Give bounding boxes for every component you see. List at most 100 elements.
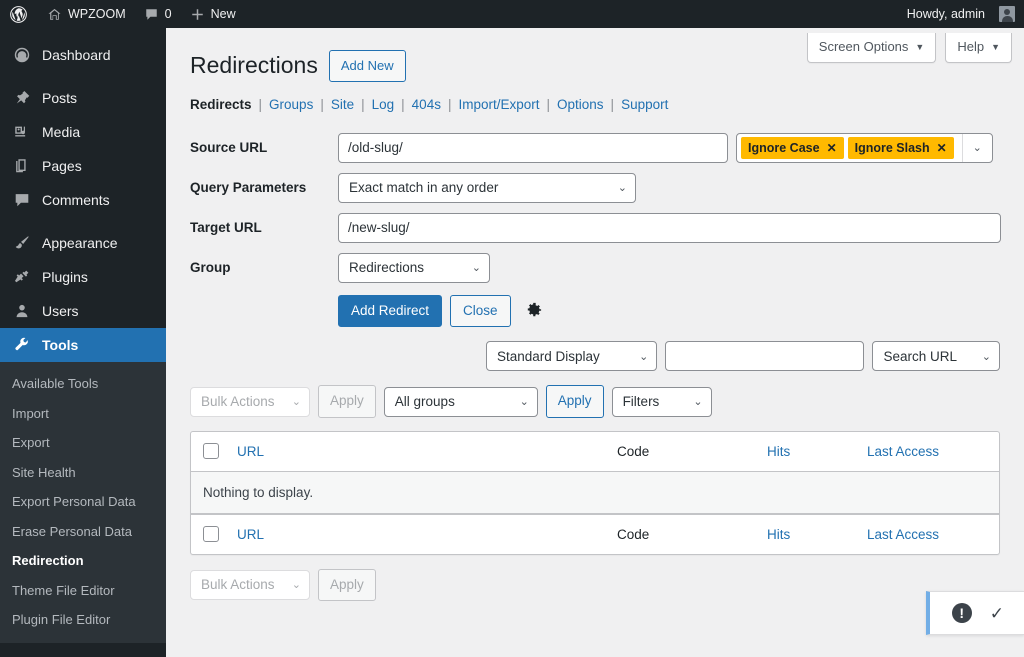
- chevron-down-icon: ⌄: [617, 182, 627, 194]
- group-label: Group: [190, 260, 231, 275]
- sidebar-item-tools[interactable]: Tools: [0, 328, 166, 362]
- comments-bubble-button[interactable]: 0: [135, 0, 181, 28]
- submenu-item-import[interactable]: Import: [0, 399, 166, 429]
- column-header-code: Code: [617, 443, 650, 459]
- subnav-separator: |: [401, 96, 405, 112]
- site-name-menu[interactable]: WPZOOM: [38, 0, 135, 28]
- close-icon[interactable]: ✕: [827, 141, 837, 155]
- main-content: Screen Options ▼ Help ▼ Redirections Add…: [166, 28, 1024, 657]
- menu-separator: [0, 217, 166, 226]
- bulk-actions-select[interactable]: Bulk Actions ⌄: [190, 386, 310, 417]
- submenu-item-theme-file-editor[interactable]: Theme File Editor: [0, 576, 166, 606]
- gear-icon[interactable]: [524, 301, 544, 321]
- chevron-down-icon: ⌄: [291, 396, 301, 409]
- bulk-actions-select-bottom[interactable]: Bulk Actions ⌄: [190, 569, 310, 600]
- submenu-item-export-personal-data[interactable]: Export Personal Data: [0, 487, 166, 517]
- my-account-menu[interactable]: Howdy, admin: [898, 0, 1024, 28]
- sidebar-item-label: Pages: [42, 158, 82, 174]
- select-all-checkbox-bottom[interactable]: [203, 526, 219, 543]
- search-scope-value: Search URL: [883, 348, 958, 364]
- apply-filter-button[interactable]: Apply: [545, 385, 604, 418]
- submenu-item-redirection[interactable]: Redirection: [0, 546, 166, 576]
- sidebar-item-appearance[interactable]: Appearance: [0, 226, 166, 260]
- add-redirect-button[interactable]: Add Redirect: [338, 294, 443, 328]
- help-button[interactable]: Help ▼: [945, 33, 1012, 63]
- bulk-actions-value: Bulk Actions: [201, 394, 275, 410]
- group-row: Group Redirections ⌄: [190, 252, 1000, 283]
- chevron-down-icon: ⌄: [981, 350, 991, 363]
- source-url-input[interactable]: [338, 132, 728, 163]
- group-select[interactable]: Redirections ⌄: [338, 252, 490, 283]
- sidebar-item-pages[interactable]: Pages: [0, 149, 166, 183]
- subnav-item-404s[interactable]: 404s: [412, 97, 441, 112]
- screen-options-button[interactable]: Screen Options ▼: [806, 33, 937, 63]
- display-mode-select[interactable]: Standard Display ⌄: [486, 341, 658, 372]
- comment-count: 0: [164, 7, 172, 21]
- subnav-item-options[interactable]: Options: [557, 97, 604, 112]
- flag-ignore-slash[interactable]: Ignore Slash ✕: [847, 136, 954, 159]
- subnav-item-log[interactable]: Log: [372, 97, 395, 112]
- target-url-input[interactable]: [338, 212, 1001, 243]
- apply-bulk-button-bottom[interactable]: Apply: [318, 568, 376, 601]
- sidebar-item-label: Users: [42, 303, 79, 319]
- search-input[interactable]: [665, 341, 865, 372]
- source-url-row: Source URL Ignore Case ✕ Ignore Slash ✕ …: [190, 132, 1000, 163]
- user-icon: [12, 301, 32, 321]
- pages-icon: [12, 156, 32, 176]
- subnav-separator: |: [546, 96, 551, 112]
- subnav-separator: |: [447, 96, 452, 112]
- submenu-item-site-health[interactable]: Site Health: [0, 458, 166, 488]
- column-footer-url[interactable]: URL: [219, 527, 617, 542]
- check-icon[interactable]: ✓: [990, 605, 1004, 622]
- dashboard-icon: [12, 45, 32, 65]
- submenu-item-erase-personal-data[interactable]: Erase Personal Data: [0, 517, 166, 547]
- chevron-down-icon[interactable]: ⌄: [961, 133, 992, 162]
- subnav-item-groups[interactable]: Groups: [269, 97, 313, 112]
- wordpress-logo-icon: [9, 5, 28, 24]
- new-content-menu[interactable]: New: [181, 0, 245, 28]
- subnav-item-site[interactable]: Site: [331, 97, 354, 112]
- wordpress-logo-button[interactable]: [0, 0, 38, 28]
- query-parameters-select[interactable]: Exact match in any order ⌄: [338, 172, 636, 203]
- column-header-hits[interactable]: Hits: [767, 444, 867, 459]
- group-filter-select[interactable]: All groups ⌄: [383, 386, 538, 417]
- sidebar-item-dashboard[interactable]: Dashboard: [0, 38, 166, 72]
- close-button[interactable]: Close: [450, 294, 511, 328]
- chevron-down-icon: ⌄: [519, 396, 529, 409]
- subnav-item-import-export[interactable]: Import/Export: [458, 97, 539, 112]
- brush-icon: [12, 233, 32, 253]
- sidebar-menu: Dashboard Posts Media Pages Comments App…: [0, 28, 166, 362]
- column-footer-last-access[interactable]: Last Access: [867, 527, 987, 542]
- sidebar-item-label: Dashboard: [42, 47, 111, 63]
- column-footer-hits[interactable]: Hits: [767, 527, 867, 542]
- comment-bubble-icon: [144, 7, 159, 22]
- sidebar-item-media[interactable]: Media: [0, 115, 166, 149]
- column-header-url[interactable]: URL: [219, 444, 617, 459]
- search-scope-select[interactable]: Search URL ⌄: [872, 341, 1000, 372]
- filters-select[interactable]: Filters ⌄: [611, 386, 712, 417]
- subnav-separator: |: [258, 96, 263, 112]
- subnav-item-support[interactable]: Support: [621, 97, 668, 112]
- column-footer-code: Code: [617, 526, 650, 542]
- submenu-item-export[interactable]: Export: [0, 428, 166, 458]
- sidebar-item-plugins[interactable]: Plugins: [0, 260, 166, 294]
- sidebar-item-label: Tools: [42, 337, 79, 353]
- column-header-last-access[interactable]: Last Access: [867, 444, 987, 459]
- add-new-button[interactable]: Add New: [328, 50, 406, 82]
- flag-label: Ignore Slash: [854, 140, 930, 155]
- sidebar-item-label: Appearance: [42, 235, 118, 251]
- select-all-checkbox[interactable]: [203, 443, 219, 460]
- exclamation-circle-icon[interactable]: !: [951, 603, 972, 623]
- subnav-item-redirects[interactable]: Redirects: [190, 97, 252, 112]
- submenu-item-plugin-file-editor[interactable]: Plugin File Editor: [0, 605, 166, 635]
- sidebar-item-comments[interactable]: Comments: [0, 183, 166, 217]
- close-icon[interactable]: ✕: [937, 141, 947, 155]
- sidebar-item-posts[interactable]: Posts: [0, 81, 166, 115]
- site-name-label: WPZOOM: [68, 7, 126, 21]
- group-filter-value: All groups: [394, 394, 455, 410]
- apply-bulk-button[interactable]: Apply: [318, 385, 376, 418]
- flag-ignore-case[interactable]: Ignore Case ✕: [741, 136, 844, 159]
- sidebar-item-users[interactable]: Users: [0, 294, 166, 328]
- sidebar-item-label: Comments: [42, 192, 110, 208]
- submenu-item-available-tools[interactable]: Available Tools: [0, 369, 166, 399]
